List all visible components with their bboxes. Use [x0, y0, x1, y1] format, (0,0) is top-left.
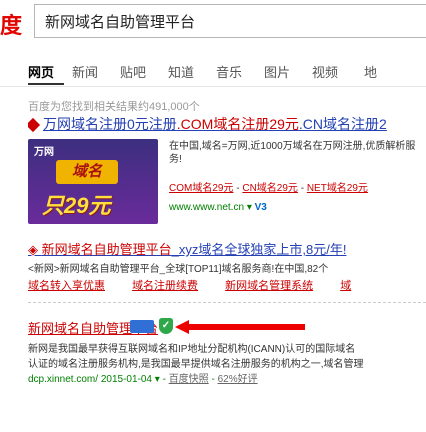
sublink-cn[interactable]: CN域名29元: [242, 183, 298, 194]
search-box[interactable]: [34, 4, 426, 38]
sublink-transfer[interactable]: 域名转入享优惠: [28, 280, 105, 292]
promo-price: 只29元: [42, 193, 111, 218]
globe-icon: ◈: [28, 242, 38, 257]
tab-news[interactable]: 新闻: [72, 62, 98, 81]
v3-badge[interactable]: V3: [255, 202, 267, 213]
promo-brand: 万网: [34, 147, 54, 158]
result3-description-line1: 新网是我国最早获得互联网域名和IP地址分配机构(ICANN)认可的国际域名: [28, 344, 356, 355]
sublink-system[interactable]: 新网域名管理系统: [225, 280, 313, 292]
promo-badge: 域名: [56, 160, 118, 184]
result3-meta-line: dcp.xinnet.com/ 2015-01-04 ▾ - 百度快照 - 62…: [28, 374, 258, 385]
result-count: 百度为您找到相关结果约491,000个: [28, 101, 200, 113]
tab-zhidao[interactable]: 知道: [168, 62, 194, 81]
logo[interactable]: 度: [0, 8, 22, 40]
active-tab-underline: [28, 83, 64, 85]
result1-title-link[interactable]: 万网域名注册0元注册.COM域名注册29元.CN域名注册2: [28, 114, 426, 134]
sublink-domain[interactable]: 域: [340, 280, 351, 292]
chevron-down-icon[interactable]: ▾: [155, 374, 160, 385]
search-input[interactable]: [35, 5, 426, 37]
tab-music[interactable]: 音乐: [216, 62, 242, 81]
result1-url-line: www.www.net.cn ▾ V3: [169, 202, 267, 213]
result1-promo-image[interactable]: 万网 域名 只29元: [28, 139, 158, 224]
tab-web[interactable]: 网页: [28, 62, 54, 81]
shield-check-icon[interactable]: ✓: [159, 318, 173, 334]
arrow-annotation-icon: [175, 320, 305, 334]
result1-sublinks: COM域名29元 - CN域名29元 - NET域名29元: [169, 183, 368, 194]
result2-sublinks: 域名转入享优惠 域名注册续费 新网域名管理系统 域: [28, 277, 426, 293]
tab-video[interactable]: 视频: [312, 62, 338, 81]
diamond-icon: [28, 118, 41, 133]
result1-title-tail[interactable]: .CN域名注册2: [299, 116, 387, 132]
result3-description-line2: 认证的域名注册服务机构,是我国最早提供域名注册服务的机构之一,域名管理: [28, 359, 364, 370]
chevron-down-icon[interactable]: ▾: [247, 202, 252, 213]
sublink-net[interactable]: NET域名29元: [307, 183, 368, 194]
result2-title-b[interactable]: _xyz域名全球独家上市,8元/年!: [172, 242, 347, 257]
tab-map[interactable]: 地: [364, 62, 377, 81]
divider: [28, 302, 426, 303]
result3-url[interactable]: dcp.xinnet.com/: [28, 374, 98, 385]
top-bar: 度: [0, 0, 426, 44]
result2-description: <新网>新网域名自助管理平台_全球[TOP11]域名服务商!在中国,82个: [28, 264, 329, 275]
result3-date: 2015-01-04: [100, 374, 152, 385]
result1-url[interactable]: www.www.net.cn: [169, 202, 244, 213]
result1-description: 在中国,域名=万网,近1000万域名在万网注册,优质解析服务!: [169, 141, 416, 165]
sublink-com[interactable]: COM域名29元: [169, 183, 233, 194]
search-tabs: 网页 新闻 贴吧 知道 音乐 图片 视频 地: [0, 62, 426, 87]
result1-title-mid[interactable]: .COM域名注册29元: [177, 116, 299, 132]
rating-link[interactable]: 62%好评: [218, 374, 258, 385]
sublink-register[interactable]: 域名注册续费: [132, 280, 198, 292]
result1-title-prefix[interactable]: 万网域名注册0元注册: [43, 116, 177, 132]
result2-title-link[interactable]: ◈ 新网域名自助管理平台_xyz域名全球独家上市,8元/年!: [28, 239, 426, 258]
result2-title-a[interactable]: 新网域名自助管理平台: [42, 242, 172, 257]
snapshot-link[interactable]: 百度快照: [169, 374, 209, 385]
tab-tieba[interactable]: 贴吧: [120, 62, 146, 81]
official-badge-icon[interactable]: [130, 320, 154, 333]
tab-images[interactable]: 图片: [264, 62, 290, 81]
